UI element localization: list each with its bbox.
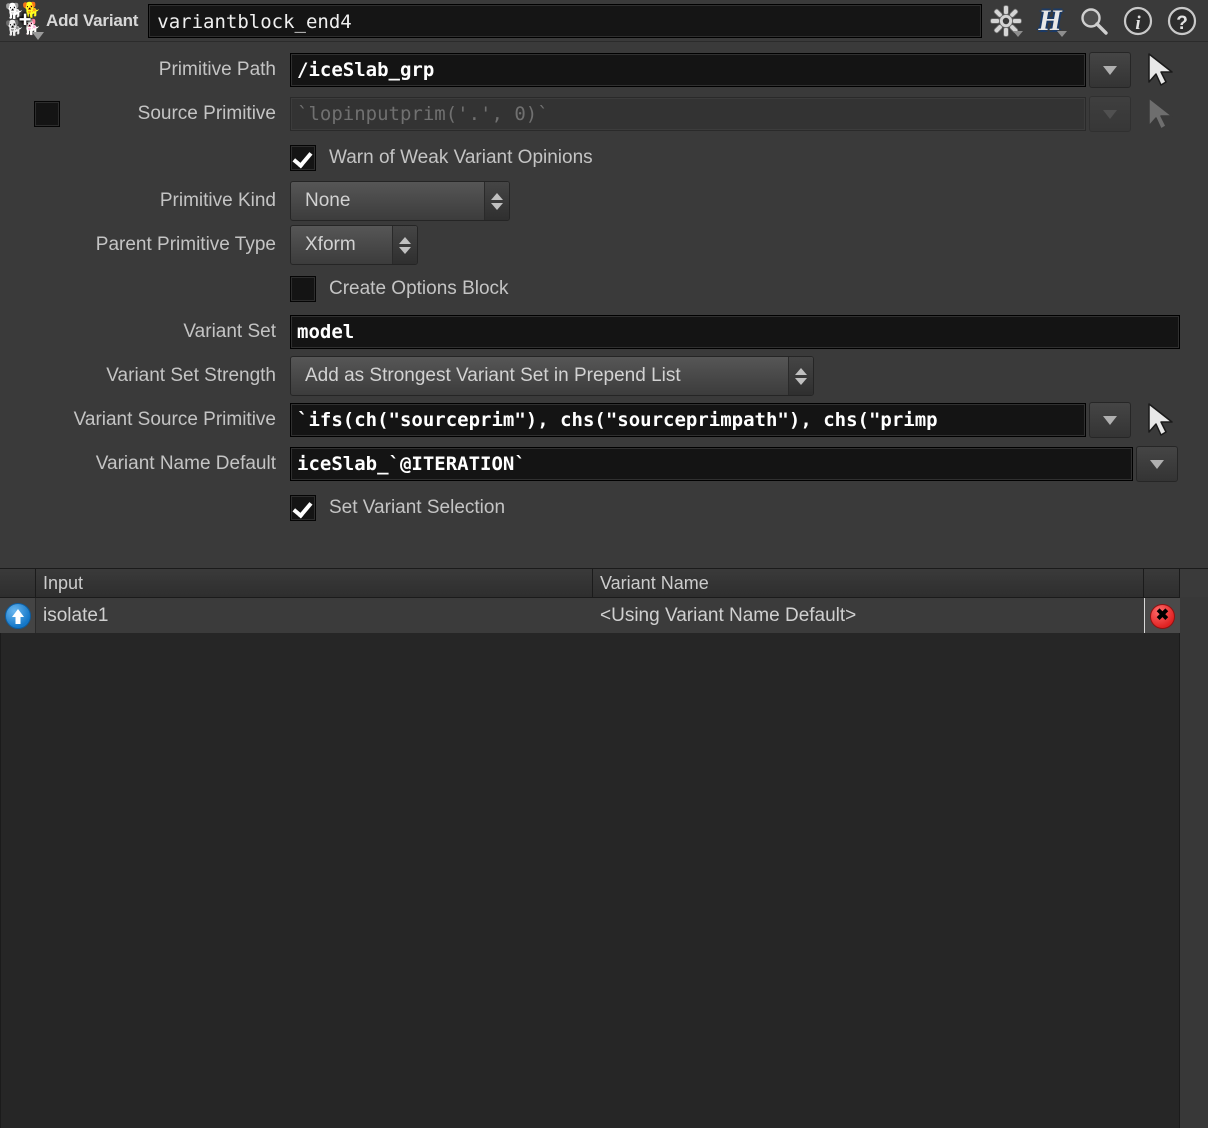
param-row-variant-source-primitive: Variant Source Primitive `ifs(ch("source…: [0, 398, 1208, 442]
gear-menu-caret-icon[interactable]: [1013, 30, 1023, 37]
chevron-down-icon: [1103, 109, 1117, 119]
primitive-kind-stepper-icon[interactable]: [484, 182, 509, 220]
parent-primitive-type-value: Xform: [305, 234, 356, 255]
variant-name-default-dropdown-button[interactable]: [1136, 446, 1178, 482]
table-row[interactable]: isolate1 <Using Variant Name Default> ✖: [0, 598, 1208, 635]
chevron-down-icon: [1103, 65, 1117, 75]
param-row-variant-set-strength: Variant Set Strength Add as Strongest Va…: [0, 354, 1208, 398]
node-name-input[interactable]: variantblock_end4: [148, 3, 982, 38]
source-primitive-toggle-checkbox[interactable]: [34, 101, 60, 127]
parent-primitive-type-stepper-icon[interactable]: [392, 226, 417, 264]
search-icon[interactable]: [1074, 2, 1114, 40]
param-row-variant-name-default: Variant Name Default iceSlab_`@ITERATION…: [0, 442, 1208, 486]
node-icon-caret-icon[interactable]: [32, 31, 44, 40]
source-primitive-input[interactable]: `lopinputprim('.', 0)`: [290, 97, 1086, 131]
param-row-set-variant-selection: Set Variant Selection: [0, 486, 1208, 529]
svg-text:i: i: [1135, 13, 1141, 34]
primitive-path-label: Primitive Path: [158, 59, 276, 80]
houdini-menu-caret-icon[interactable]: [1057, 30, 1067, 37]
variant-name-default-label: Variant Name Default: [95, 453, 276, 474]
source-primitive-pick-button[interactable]: [1139, 94, 1185, 134]
table-header-input[interactable]: Input: [36, 569, 593, 597]
table-header-variant-name[interactable]: Variant Name: [593, 569, 1144, 597]
table-header-delete-column: [1144, 569, 1180, 597]
parameter-list: Primitive Path /iceSlab_grp Source Primi…: [0, 42, 1208, 529]
primitive-kind-label: Primitive Kind: [159, 190, 276, 211]
set-variant-selection-checkbox[interactable]: [290, 494, 316, 521]
chevron-down-icon: [1150, 459, 1164, 469]
variant-set-label: Variant Set: [183, 321, 276, 342]
param-row-create-options-block: Create Options Block: [0, 267, 1208, 310]
table-row-jump-cell[interactable]: [0, 598, 36, 634]
primitive-kind-value: None: [305, 190, 351, 211]
gear-icon[interactable]: [986, 2, 1026, 40]
primitive-path-input[interactable]: /iceSlab_grp: [290, 53, 1086, 87]
parent-primitive-type-menu[interactable]: Xform: [290, 225, 418, 265]
variant-set-strength-value: Add as Strongest Variant Set in Prepend …: [305, 365, 681, 386]
variant-set-input[interactable]: model: [290, 315, 1180, 349]
param-row-source-primitive: Source Primitive `lopinputprim('.', 0)`: [0, 92, 1208, 136]
table-header-jump-column: [0, 569, 36, 597]
table-row-input-cell[interactable]: isolate1: [36, 598, 593, 634]
table-row-delete-cell[interactable]: ✖: [1144, 598, 1180, 634]
set-variant-selection-label: Set Variant Selection: [329, 496, 506, 518]
variant-set-strength-menu[interactable]: Add as Strongest Variant Set in Prepend …: [290, 356, 814, 396]
create-options-block-label: Create Options Block: [329, 277, 509, 299]
variant-source-primitive-input[interactable]: `ifs(ch("sourceprim"), chs("sourceprimpa…: [290, 403, 1086, 437]
primitive-path-pick-button[interactable]: [1139, 50, 1185, 90]
variant-inputs-table: Input Variant Name isolate1 <Using Varia…: [0, 568, 1208, 1128]
variant-name-default-input[interactable]: iceSlab_`@ITERATION`: [290, 447, 1133, 481]
create-options-block-checkbox[interactable]: [290, 275, 316, 302]
variant-set-strength-label: Variant Set Strength: [106, 365, 276, 386]
chevron-down-icon: [1103, 415, 1117, 425]
table-row-variant-name-cell[interactable]: <Using Variant Name Default>: [593, 598, 1144, 634]
table-right-gutter: [1180, 597, 1208, 1128]
table-empty-area: [0, 633, 1180, 1128]
red-delete-icon[interactable]: ✖: [1150, 603, 1175, 629]
param-row-primitive-path: Primitive Path /iceSlab_grp: [0, 48, 1208, 92]
blue-up-arrow-icon[interactable]: [4, 603, 31, 629]
source-primitive-dropdown-button[interactable]: [1089, 96, 1131, 132]
help-icon[interactable]: ?: [1162, 2, 1202, 40]
primitive-path-dropdown-button[interactable]: [1089, 52, 1131, 88]
variant-source-primitive-label: Variant Source Primitive: [73, 409, 276, 430]
info-icon[interactable]: i: [1118, 2, 1158, 40]
node-type-label: Add Variant: [46, 10, 139, 30]
param-row-parent-primitive-type: Parent Primitive Type Xform: [0, 223, 1208, 267]
table-header-spacer: [1180, 569, 1208, 597]
variant-source-primitive-pick-button[interactable]: [1139, 400, 1185, 440]
variant-source-primitive-dropdown-button[interactable]: [1089, 402, 1131, 438]
source-primitive-label: Source Primitive: [137, 103, 276, 124]
houdini-h-icon[interactable]: H: [1030, 2, 1070, 40]
param-row-primitive-kind: Primitive Kind None: [0, 179, 1208, 223]
table-header-row: Input Variant Name: [0, 568, 1208, 598]
node-parameter-titlebar: 🐕 🐕 🐕 🐕 + Add Variant variantblock_end4: [0, 0, 1208, 42]
parent-primitive-type-label: Parent Primitive Type: [95, 234, 276, 255]
primitive-kind-menu[interactable]: None: [290, 181, 510, 221]
warn-weak-variant-opinions-checkbox[interactable]: [290, 144, 316, 171]
param-row-variant-set: Variant Set model: [0, 310, 1208, 354]
svg-text:?: ?: [1176, 13, 1188, 34]
variant-set-strength-stepper-icon[interactable]: [788, 357, 813, 395]
warn-weak-variant-opinions-label: Warn of Weak Variant Opinions: [329, 146, 593, 168]
titlebar-icon-group: H i ?: [986, 2, 1202, 40]
plus-overlay-icon: +: [18, 6, 32, 32]
param-row-warn-weak-variant-opinions: Warn of Weak Variant Opinions: [0, 136, 1208, 179]
add-variant-lop-icon: 🐕 🐕 🐕 🐕 +: [4, 2, 44, 40]
